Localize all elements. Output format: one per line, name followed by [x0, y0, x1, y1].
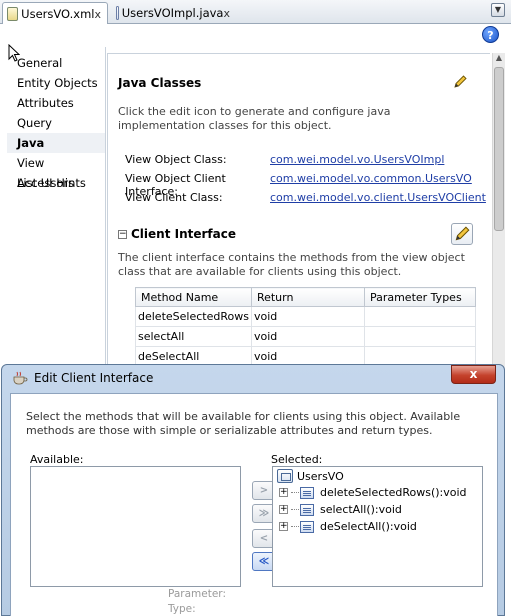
help-icon[interactable]: ? [482, 26, 499, 43]
sidebar-item-java[interactable]: Java [7, 133, 105, 153]
available-methods-list[interactable] [30, 466, 241, 587]
expand-icon[interactable]: + [279, 522, 288, 531]
field-label: View Object Class: [125, 153, 227, 166]
expand-icon[interactable]: + [279, 488, 288, 497]
edit-client-interface-dialog: Edit Client Interface x Select the metho… [1, 364, 505, 616]
edit-client-interface-button[interactable] [451, 223, 473, 245]
return-cell: void [250, 326, 365, 347]
tab-close-button[interactable]: x [94, 8, 101, 21]
collapse-icon[interactable]: − [118, 229, 127, 239]
editor-sidebar: General Entity Objects Attributes Query … [7, 47, 106, 377]
parameter-label: Parameter: [168, 588, 226, 600]
client-interface-description: The client interface contains the method… [118, 251, 465, 278]
tab-usersvo-xml[interactable]: UsersVO.xml x [2, 2, 108, 25]
table-row[interactable]: deleteSelectedRows void [135, 306, 477, 327]
method-name-cell: selectAll [135, 326, 252, 347]
dialog-titlebar[interactable]: Edit Client Interface [12, 371, 153, 385]
table-row[interactable]: selectAll void [135, 326, 477, 347]
column-header-return[interactable]: Return [250, 287, 365, 307]
view-object-class-link[interactable]: com.wei.model.vo.UsersVOImpl [270, 153, 444, 166]
edit-pencil-icon[interactable] [452, 74, 468, 90]
view-client-class-link[interactable]: com.wei.model.vo.client.UsersVOClient [270, 191, 486, 204]
tab-list-dropdown-icon[interactable]: ▼ [491, 3, 505, 17]
client-interface-header[interactable]: − Client Interface [118, 227, 236, 241]
xml-file-icon [7, 7, 19, 21]
sidebar-item-query[interactable]: Query [7, 113, 105, 133]
method-label: selectAll():void [320, 503, 402, 516]
dialog-close-button[interactable]: x [451, 365, 496, 384]
tree-connector [291, 509, 299, 510]
scroll-up-icon[interactable]: ▲ [493, 53, 505, 66]
java-file-icon [116, 6, 119, 20]
edit-pencil-icon [455, 226, 470, 241]
view-object-client-interface-link[interactable]: com.wei.model.vo.common.UsersVO [270, 172, 472, 185]
tree-root-usersvo[interactable]: UsersVO [277, 469, 344, 483]
editor-tab-strip: UsersVO.xml x UsersVOImpl.java x ▼ [0, 0, 511, 25]
method-label: deSelectAll():void [320, 520, 417, 533]
tree-root-label: UsersVO [297, 469, 344, 483]
section-title-java-classes: Java Classes [118, 76, 202, 90]
client-interface-methods-table: Method Name Return Parameter Types delet… [135, 287, 477, 367]
tree-item[interactable]: + deSelectAll():void [279, 520, 417, 533]
expand-icon[interactable]: + [279, 505, 288, 514]
dialog-description: Select the methods that will be availabl… [26, 410, 461, 437]
sidebar-item-general[interactable]: General [7, 53, 105, 73]
method-icon [300, 520, 314, 533]
content-scrollbar[interactable]: ▲ [492, 53, 505, 371]
method-icon [300, 503, 314, 516]
selected-methods-tree[interactable]: UsersVO + deleteSelectedRows():void + se… [272, 466, 483, 587]
java-classes-description: Click the edit icon to generate and conf… [118, 105, 391, 132]
tree-item[interactable]: + deleteSelectedRows():void [279, 486, 467, 499]
type-label: Type: [168, 603, 196, 615]
tree-item[interactable]: + selectAll():void [279, 503, 402, 516]
column-header-method-name[interactable]: Method Name [135, 287, 252, 307]
mouse-cursor-icon [8, 44, 20, 62]
dialog-body: Select the methods that will be availabl… [10, 393, 498, 616]
tree-connector [291, 492, 299, 493]
parameter-types-cell [363, 306, 477, 327]
java-coffee-icon [13, 371, 28, 385]
sidebar-item-view-accessors[interactable]: View Accessors [7, 153, 105, 190]
tab-close-button[interactable]: x [223, 7, 230, 20]
tab-usersvoimpl-java[interactable]: UsersVOImpl.java x [112, 2, 236, 24]
parameter-types-cell [363, 326, 477, 347]
tab-label: UsersVO.xml [21, 7, 95, 21]
help-bar: ? [0, 24, 511, 46]
tab-label: UsersVOImpl.java [121, 6, 224, 20]
java-classes-panel: Java Classes Click the edit icon to gene… [107, 53, 490, 373]
table-header-row: Method Name Return Parameter Types [135, 287, 477, 307]
dialog-title: Edit Client Interface [34, 371, 154, 385]
view-object-icon [277, 469, 293, 483]
method-label: deleteSelectedRows():void [320, 486, 467, 499]
sidebar-item-attributes[interactable]: Attributes [7, 93, 105, 113]
sidebar-item-entity-objects[interactable]: Entity Objects [7, 73, 105, 93]
column-header-parameter-types[interactable]: Parameter Types [363, 287, 477, 307]
selected-label: Selected: [271, 453, 323, 466]
field-label: View Client Class: [125, 191, 223, 204]
tree-connector [291, 526, 299, 527]
sidebar-item-list-ui-hints[interactable]: List UI Hints [7, 173, 105, 193]
available-label: Available: [30, 453, 84, 466]
method-icon [300, 486, 314, 499]
scrollbar-thumb[interactable] [494, 67, 504, 231]
return-cell: void [250, 306, 365, 327]
section-title-client-interface: Client Interface [131, 227, 236, 241]
method-name-cell: deleteSelectedRows [135, 306, 252, 327]
